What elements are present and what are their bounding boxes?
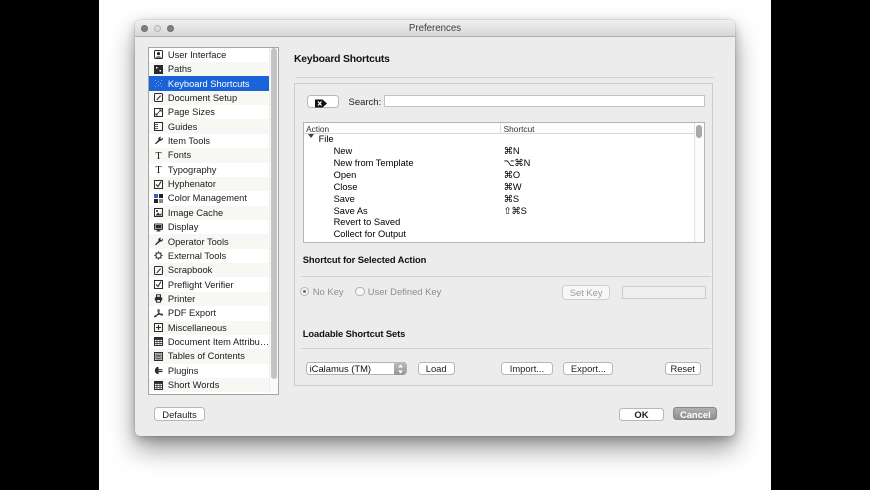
svg-text:T: T bbox=[156, 165, 162, 174]
svg-text:T: T bbox=[156, 151, 162, 160]
